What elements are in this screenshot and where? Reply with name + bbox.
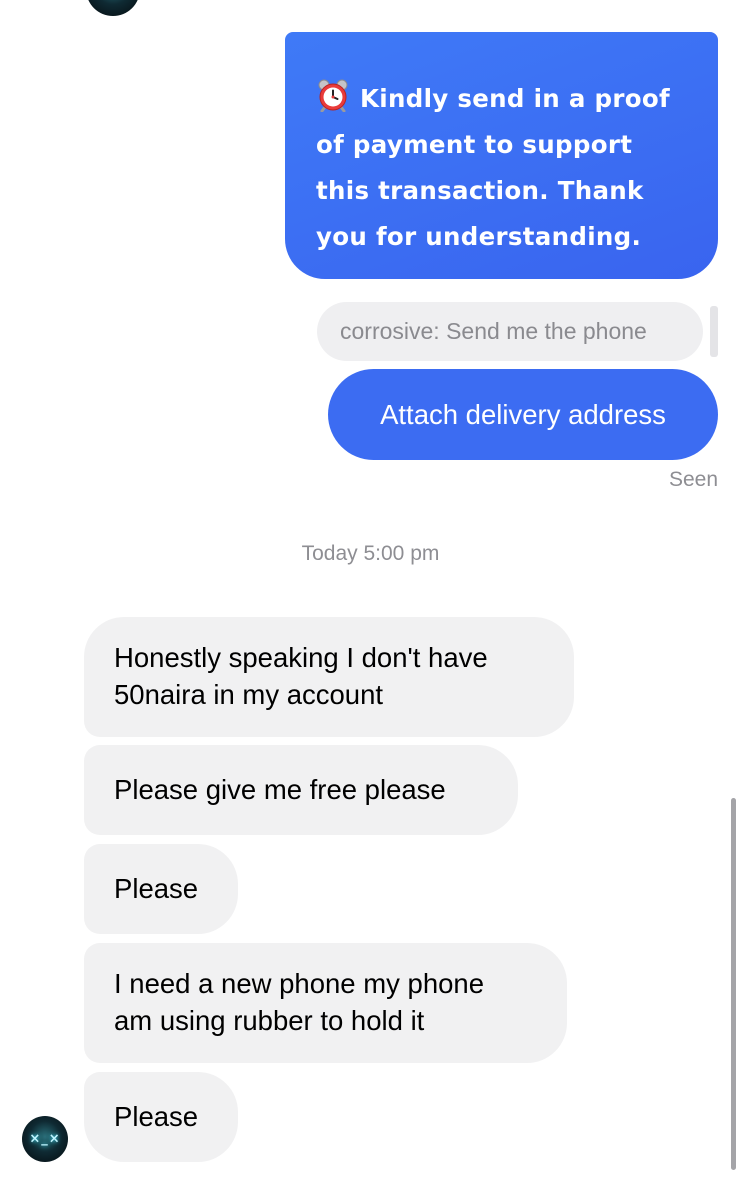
outgoing-message-delivery-address[interactable]: Attach delivery address	[328, 369, 718, 460]
incoming-message-line: Honestly speaking I don't have	[114, 642, 488, 673]
chat-screen: ×_× Kindly send in a proof of payment to…	[0, 0, 741, 1200]
incoming-message-line: 50naira in my account	[114, 679, 384, 710]
incoming-message[interactable]: Please	[84, 844, 238, 934]
outgoing-message-proof-request[interactable]: Kindly send in a proof of payment to sup…	[285, 32, 718, 279]
incoming-message-line: am using rubber to hold it	[114, 1005, 425, 1036]
scrollbar[interactable]	[731, 798, 736, 1170]
reply-preview[interactable]: corrosive: Send me the phone	[317, 302, 703, 361]
incoming-message[interactable]: Honestly speaking I don't have 50naira i…	[84, 617, 574, 737]
incoming-message[interactable]: Please	[84, 1072, 238, 1162]
proof-request-text: Kindly send in a proof of payment to sup…	[316, 84, 670, 251]
incoming-message[interactable]: I need a new phone my phone am using rub…	[84, 943, 567, 1063]
delivery-address-text: Attach delivery address	[380, 399, 666, 430]
incoming-message-text: Please give me free please	[114, 774, 446, 805]
reply-preview-bar	[710, 306, 718, 357]
incoming-message-text: Please	[114, 873, 199, 904]
reply-preview-text: corrosive: Send me the phone	[340, 318, 647, 344]
incoming-message-text: Please	[114, 1101, 199, 1132]
avatar-face-icon: ×_×	[29, 1131, 61, 1147]
incoming-message-line: I need a new phone my phone	[114, 968, 485, 999]
alarm-clock-icon	[316, 78, 350, 113]
contact-avatar-top[interactable]: ×_×	[86, 0, 140, 16]
message-timestamp: Today 5:00 pm	[301, 542, 440, 565]
proof-request-text-wrapper: Kindly send in a proof of payment to sup…	[316, 76, 692, 260]
seen-status: Seen	[668, 468, 718, 491]
contact-avatar[interactable]: ×_×	[22, 1116, 68, 1162]
incoming-message[interactable]: Please give me free please	[84, 745, 518, 835]
